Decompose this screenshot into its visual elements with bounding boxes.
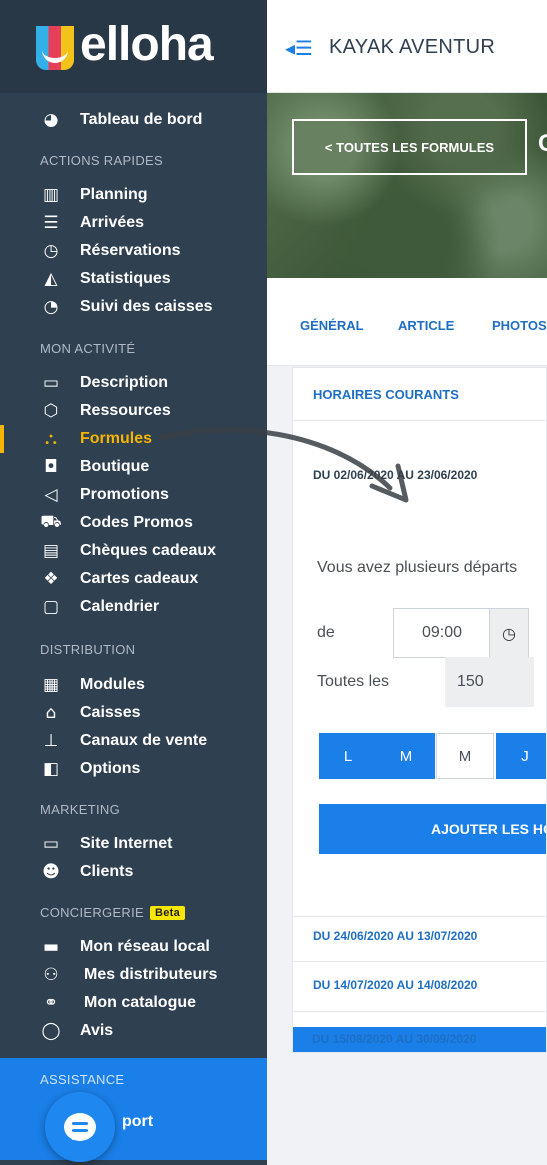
annotation-arrow bbox=[157, 427, 409, 503]
